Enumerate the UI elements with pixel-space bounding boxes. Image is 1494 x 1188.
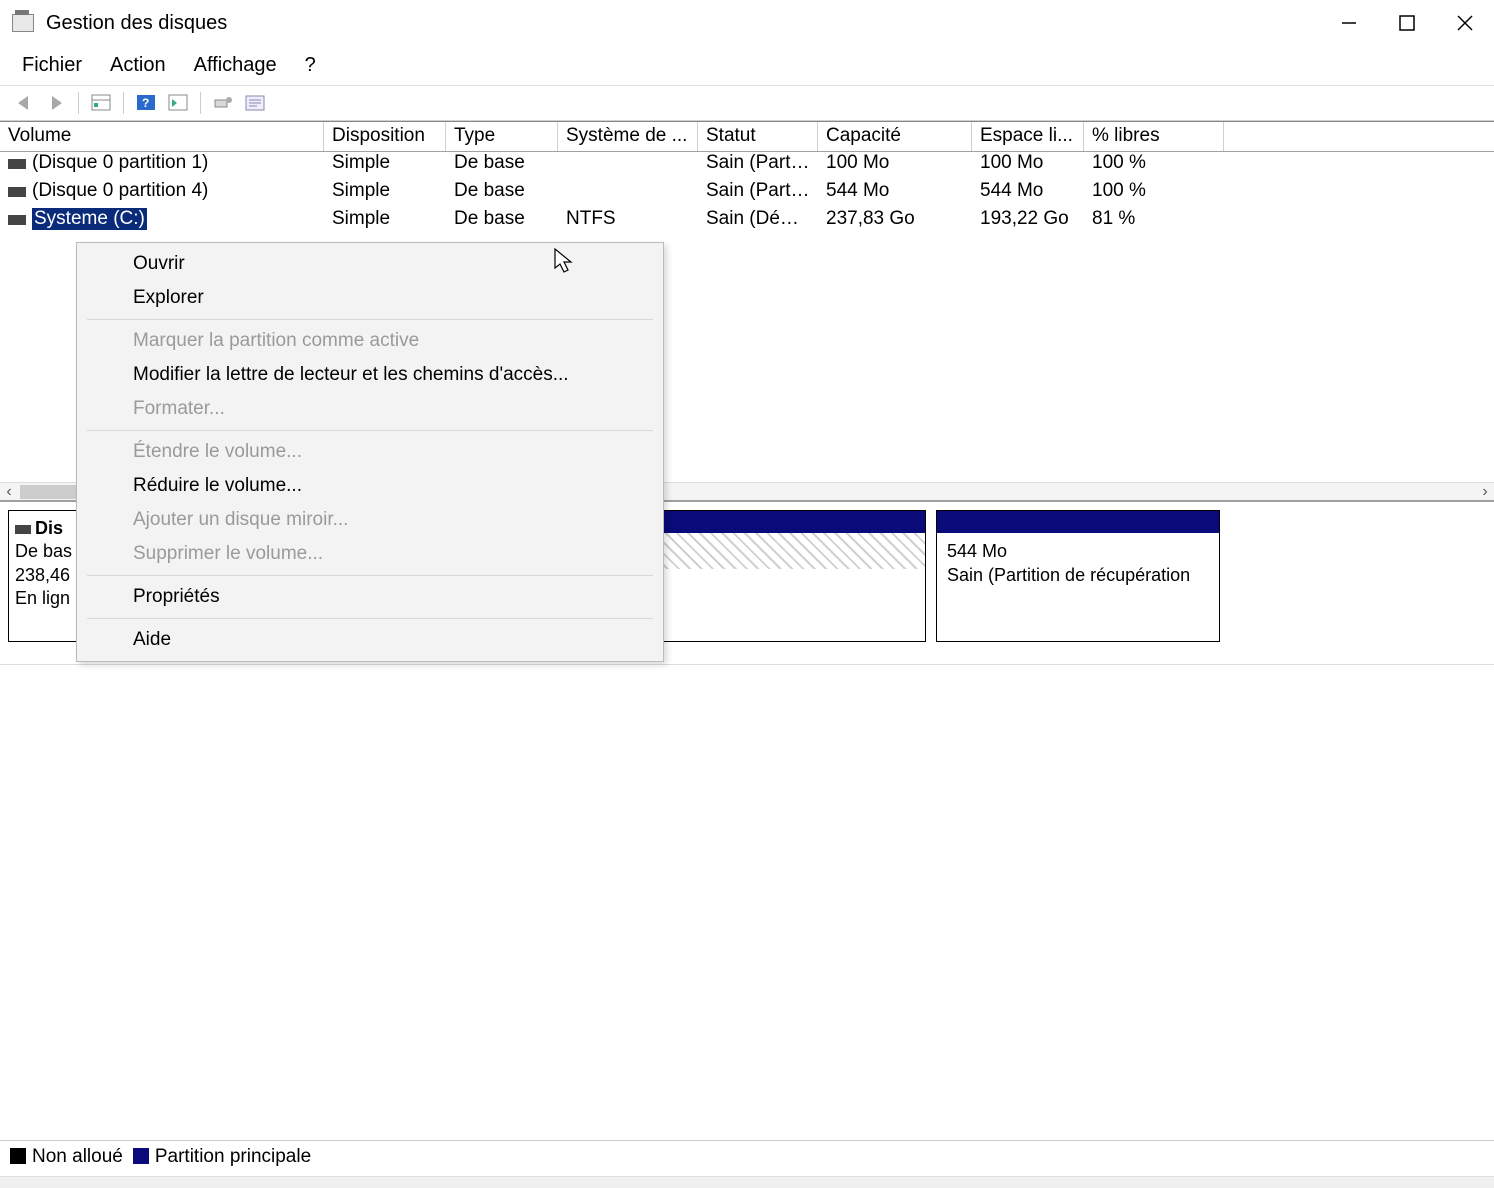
context-menu-separator (87, 575, 653, 576)
partition-size: 544 Mo (947, 539, 1209, 563)
volume-icon (8, 215, 26, 225)
col-espace-libre[interactable]: Espace li... (972, 122, 1084, 151)
cell: 100 % (1084, 152, 1224, 180)
help-icon[interactable]: ? (130, 89, 162, 117)
titlebar: Gestion des disques (0, 0, 1494, 46)
cell: (Disque 0 partition 1) (0, 152, 324, 180)
cell: Simple (324, 208, 446, 236)
context-menu-item[interactable]: Explorer (77, 281, 663, 315)
context-menu-item[interactable]: Propriétés (77, 580, 663, 614)
cell: De base (446, 152, 558, 180)
volume-icon (8, 159, 26, 169)
menubar: Fichier Action Affichage ? (0, 46, 1494, 85)
maximize-button[interactable] (1378, 1, 1436, 45)
context-menu-item: Supprimer le volume... (77, 537, 663, 571)
cell: 100 Mo (818, 152, 972, 180)
context-menu-item: Étendre le volume... (77, 435, 663, 469)
svg-text:?: ? (142, 96, 149, 110)
table-view-icon[interactable] (85, 89, 117, 117)
back-button[interactable] (8, 89, 40, 117)
legend-unallocated-label: Non alloué (32, 1146, 123, 1167)
cell: 81 % (1084, 208, 1224, 236)
cell: 544 Mo (818, 180, 972, 208)
context-menu-item: Ajouter un disque miroir... (77, 503, 663, 537)
partition-status: Sain (Partition de récupération (947, 563, 1209, 587)
cell: Sain (Parti... (698, 152, 818, 180)
context-menu-item[interactable]: Réduire le volume... (77, 469, 663, 503)
cell: De base (446, 180, 558, 208)
menu-help[interactable]: ? (293, 52, 328, 79)
action-list-icon[interactable] (162, 89, 194, 117)
properties-icon[interactable] (239, 89, 271, 117)
table-header: Volume Disposition Type Système de ... S… (0, 122, 1494, 152)
minimize-button[interactable] (1320, 1, 1378, 45)
col-volume[interactable]: Volume (0, 122, 324, 151)
cell: 237,83 Go (818, 208, 972, 236)
close-button[interactable] (1436, 1, 1494, 45)
context-menu-separator (87, 618, 653, 619)
context-menu-separator (87, 319, 653, 320)
window-title: Gestion des disques (46, 12, 227, 35)
volume-icon (8, 187, 26, 197)
context-menu-item[interactable]: Aide (77, 623, 663, 657)
table-row[interactable]: (Disque 0 partition 4)SimpleDe base Sain … (0, 180, 1494, 208)
col-filesystem[interactable]: Système de ... (558, 122, 698, 151)
table-row[interactable]: (Disque 0 partition 1)SimpleDe base Sain … (0, 152, 1494, 180)
cell: 544 Mo (972, 180, 1084, 208)
cell: 100 % (1084, 180, 1224, 208)
menu-fichier[interactable]: Fichier (10, 52, 94, 79)
context-menu-separator (87, 430, 653, 431)
cell: NTFS (558, 208, 698, 236)
cell: Simple (324, 180, 446, 208)
col-capacite[interactable]: Capacité (818, 122, 972, 151)
cell: De base (446, 208, 558, 236)
legend: Non alloué Partition principale (0, 1140, 1494, 1172)
col-disposition[interactable]: Disposition (324, 122, 446, 151)
menu-affichage[interactable]: Affichage (182, 52, 289, 79)
col-type[interactable]: Type (446, 122, 558, 151)
col-pct-libres[interactable]: % libres (1084, 122, 1224, 151)
cell: (Disque 0 partition 4) (0, 180, 324, 208)
settings-icon[interactable] (207, 89, 239, 117)
forward-button[interactable] (40, 89, 72, 117)
statusbar (0, 1176, 1494, 1188)
cell: Sain (Parti... (698, 180, 818, 208)
disk-icon (15, 525, 31, 534)
context-menu-item: Marquer la partition comme active (77, 324, 663, 358)
scroll-right-icon[interactable]: › (1476, 483, 1494, 501)
swatch-primary (133, 1148, 149, 1164)
cell: Systeme (C:) (0, 208, 324, 236)
partition-box[interactable]: 544 MoSain (Partition de récupération (936, 510, 1220, 642)
cell (558, 152, 698, 180)
disk-name: Dis (35, 518, 63, 538)
swatch-unallocated (10, 1148, 26, 1164)
cell: Simple (324, 152, 446, 180)
scroll-left-icon[interactable]: ‹ (0, 483, 18, 501)
context-menu[interactable]: OuvrirExplorer Marquer la partition comme… (76, 242, 664, 662)
toolbar: ? (0, 85, 1494, 121)
cell: Sain (Dém... (698, 208, 818, 236)
cell: 193,22 Go (972, 208, 1084, 236)
legend-primary-label: Partition principale (155, 1146, 311, 1167)
context-menu-item: Formater... (77, 392, 663, 426)
context-menu-item[interactable]: Ouvrir (77, 247, 663, 281)
table-row[interactable]: Systeme (C:)SimpleDe baseNTFSSain (Dém..… (0, 208, 1494, 236)
cell: 100 Mo (972, 152, 1084, 180)
context-menu-item[interactable]: Modifier la lettre de lecteur et les che… (77, 358, 663, 392)
cell (558, 180, 698, 208)
app-icon (12, 14, 34, 32)
col-statut[interactable]: Statut (698, 122, 818, 151)
menu-action[interactable]: Action (98, 52, 178, 79)
